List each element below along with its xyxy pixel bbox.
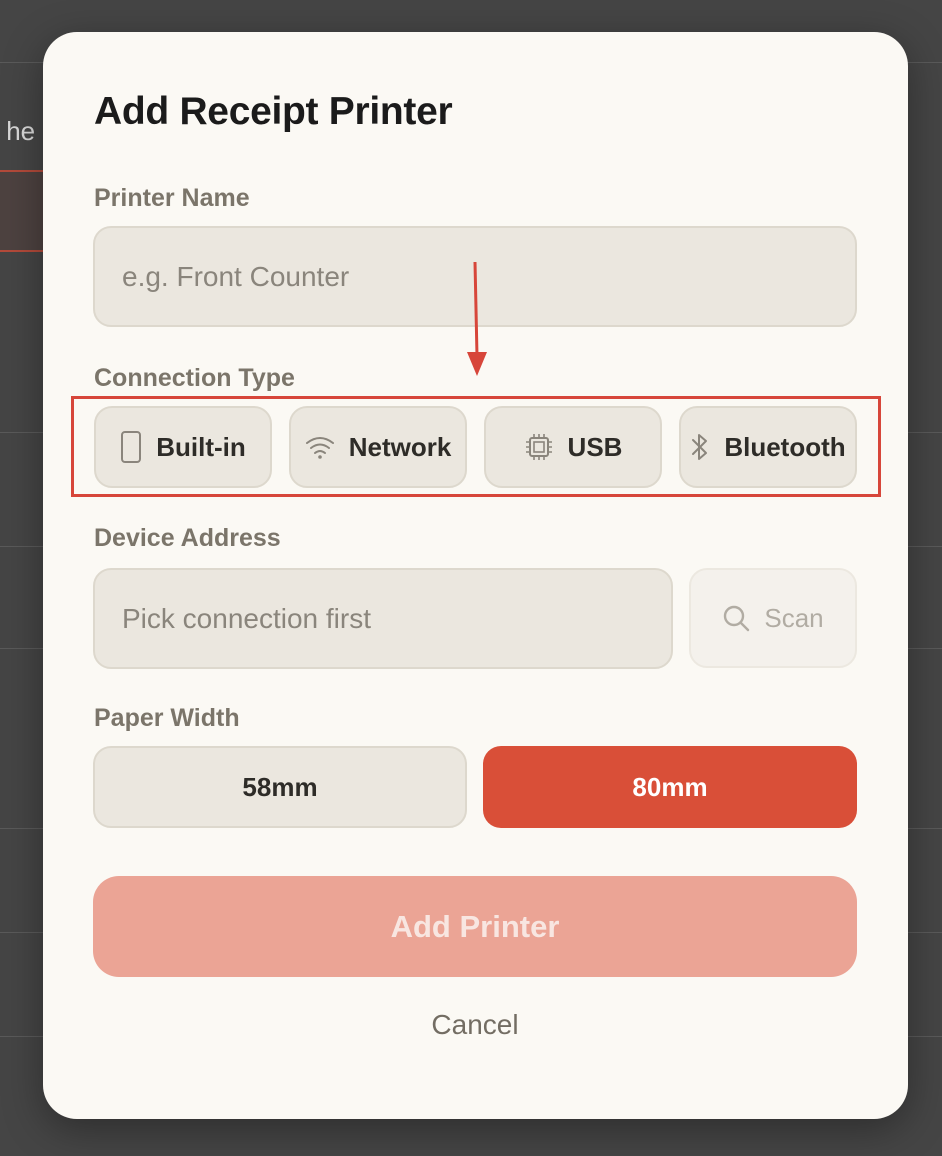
device-address-input[interactable] (93, 568, 673, 669)
connection-option-built-in[interactable]: Built-in (94, 406, 272, 488)
connection-option-label: Built-in (156, 431, 246, 462)
scan-button[interactable]: Scan (689, 568, 857, 668)
device-address-label: Device Address (94, 524, 281, 552)
printer-name-input[interactable] (93, 226, 857, 327)
add-printer-button[interactable]: Add Printer (93, 876, 857, 977)
paper-width-80mm[interactable]: 80mm (483, 746, 857, 828)
connection-option-label: Bluetooth (724, 431, 846, 462)
add-printer-dialog: Add Receipt Printer Printer Name Connect… (43, 32, 908, 1119)
printer-name-label: Printer Name (94, 184, 250, 212)
connection-option-network[interactable]: Network (289, 406, 467, 488)
connection-type-label: Connection Type (94, 364, 295, 392)
connection-option-label: Network (348, 431, 452, 462)
scan-button-label: Scan (764, 602, 824, 633)
cancel-button[interactable]: Cancel (375, 1005, 575, 1045)
connection-option-bluetooth[interactable]: Bluetooth (679, 406, 857, 488)
search-icon (724, 605, 750, 632)
connection-option-usb[interactable]: USB (484, 406, 662, 488)
background-text: k he (0, 116, 36, 146)
dialog-title: Add Receipt Printer (94, 90, 453, 133)
wifi-icon (305, 437, 334, 459)
chip-icon (525, 434, 552, 460)
paper-width-58mm[interactable]: 58mm (93, 746, 467, 828)
paper-width-label: Paper Width (94, 704, 240, 732)
phone-icon (121, 431, 142, 463)
bluetooth-icon (692, 434, 708, 460)
connection-option-label: USB (567, 431, 623, 462)
